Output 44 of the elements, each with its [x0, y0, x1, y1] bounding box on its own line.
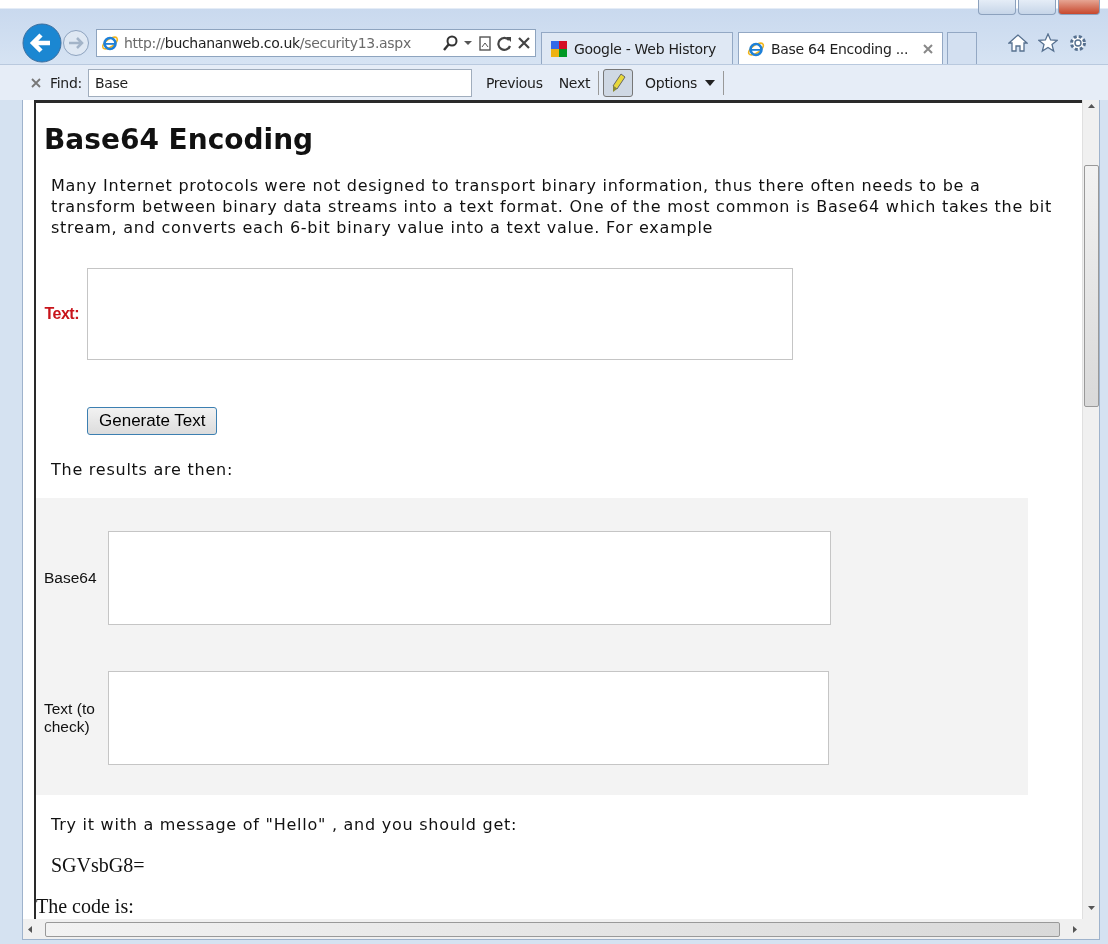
- settings-icon[interactable]: [1068, 33, 1088, 53]
- output-field[interactable]: [108, 531, 831, 625]
- find-button[interactable]: Previous: [477, 74, 551, 91]
- example-output: SGVsbG8=: [51, 854, 146, 877]
- star-icon[interactable]: [1038, 33, 1058, 53]
- scroll-right-icon[interactable]: [1072, 924, 1078, 934]
- caret-icon: [705, 79, 715, 86]
- compatibility-icon[interactable]: [478, 35, 492, 51]
- options-button[interactable]: Options: [637, 74, 723, 91]
- find-button[interactable]: Next: [550, 74, 599, 91]
- favicon-icon: [550, 39, 568, 58]
- page-heading: Base64 Encoding: [44, 123, 315, 157]
- field-label: Base64: [43, 569, 98, 587]
- find-field[interactable]: Base: [87, 68, 472, 97]
- intro-paragraph: Many Internet protocols were not designed to transport binary information, thus there often needs to be a transform between binary data streams into a text format. One of the most common is Base64 which takes the bit stream, and converts each 6-bit binary value into a text value. For example: [51, 175, 1054, 238]
- home-icon[interactable]: [1008, 33, 1028, 53]
- results-text: The results are then:: [51, 459, 235, 480]
- close-button[interactable]: [1058, 0, 1100, 15]
- refresh-icon[interactable]: [497, 35, 512, 51]
- browser-tab[interactable]: Base 64 Encoding ...: [738, 32, 943, 64]
- browser-tab[interactable]: Google - Web History: [541, 32, 733, 64]
- scrollbar-thumb[interactable]: [45, 921, 1060, 937]
- hint-text: Try it with a message of "Hello" , and you should get:: [51, 814, 519, 835]
- address-bar[interactable]: http://buchananweb.co.uk/security13.aspx: [96, 29, 536, 57]
- back-button[interactable]: [22, 23, 62, 63]
- scroll-up-icon[interactable]: [1086, 103, 1096, 109]
- search-icon[interactable]: [443, 35, 458, 51]
- caret-icon[interactable]: [463, 39, 473, 47]
- scroll-down-icon[interactable]: [1086, 905, 1096, 911]
- stop-icon[interactable]: [517, 36, 531, 50]
- close-icon[interactable]: [30, 76, 42, 89]
- field-label: Text:: [43, 305, 80, 323]
- highlight-button[interactable]: [603, 68, 634, 97]
- code-heading: The code is:: [36, 895, 135, 918]
- close-tab-icon[interactable]: [922, 42, 934, 55]
- output-field[interactable]: [108, 671, 829, 765]
- scroll-left-icon[interactable]: [27, 924, 33, 934]
- text-input-field[interactable]: [87, 268, 793, 360]
- generate-text-button[interactable]: Generate Text: [87, 407, 218, 435]
- scrollbar-thumb[interactable]: [1083, 165, 1099, 407]
- field-label: Text (to check): [43, 700, 96, 736]
- browser-logo-icon: [747, 39, 765, 58]
- browser-logo-icon: [101, 34, 119, 52]
- find-label: Find:: [50, 74, 82, 91]
